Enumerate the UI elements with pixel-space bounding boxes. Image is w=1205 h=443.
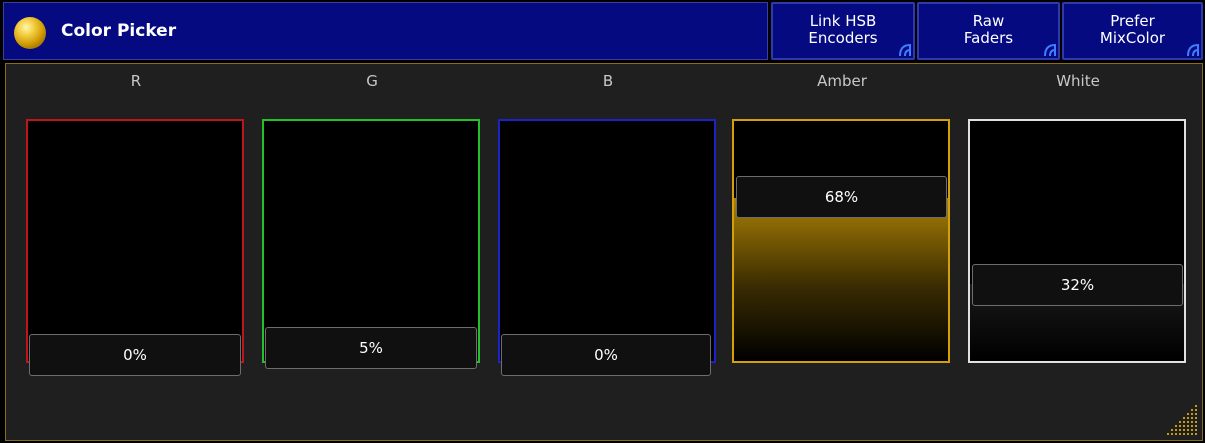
button-label-line1: Raw (972, 12, 1005, 30)
button-label-line1: Link HSB (809, 12, 877, 30)
button-label-line1: Prefer (1110, 12, 1155, 30)
fader-handle-r[interactable]: 0% (29, 334, 241, 376)
fader-label-r: R (130, 72, 142, 90)
fader-r[interactable] (26, 119, 244, 363)
app-logo-icon (14, 17, 46, 49)
fader-b[interactable] (498, 119, 716, 363)
fader-panel: R G B Amber White 0% 5% 0% 68% 32% (5, 63, 1203, 441)
window-title: Color Picker (61, 21, 177, 41)
button-label-line2: Faders (963, 29, 1014, 47)
resize-grip-icon[interactable] (1166, 404, 1200, 438)
encoder-curl-icon (1044, 43, 1056, 57)
fader-label-g: G (366, 72, 378, 90)
button-label-line2: MixColor (1099, 29, 1166, 47)
fader-handle-amber[interactable]: 68% (736, 176, 947, 219)
fader-white[interactable] (968, 119, 1186, 363)
fader-handle-g[interactable]: 5% (265, 326, 477, 369)
prefer-mixcolor-button[interactable]: Prefer MixColor (1062, 2, 1203, 60)
link-hsb-encoders-button[interactable]: Link HSB Encoders (771, 2, 915, 60)
fader-handle-b[interactable]: 0% (501, 334, 711, 376)
fader-fill (734, 197, 948, 361)
fader-amber[interactable] (732, 119, 950, 363)
raw-faders-button[interactable]: Raw Faders (917, 2, 1060, 60)
fader-label-white: White (1056, 72, 1100, 90)
encoder-curl-icon (899, 43, 911, 57)
fader-handle-white[interactable]: 32% (972, 263, 1183, 306)
fader-label-b: B (602, 72, 614, 90)
fader-label-amber: Amber (817, 72, 867, 90)
button-label-line2: Encoders (808, 29, 878, 47)
encoder-curl-icon (1187, 43, 1199, 57)
title-bar: Color Picker (3, 2, 768, 60)
